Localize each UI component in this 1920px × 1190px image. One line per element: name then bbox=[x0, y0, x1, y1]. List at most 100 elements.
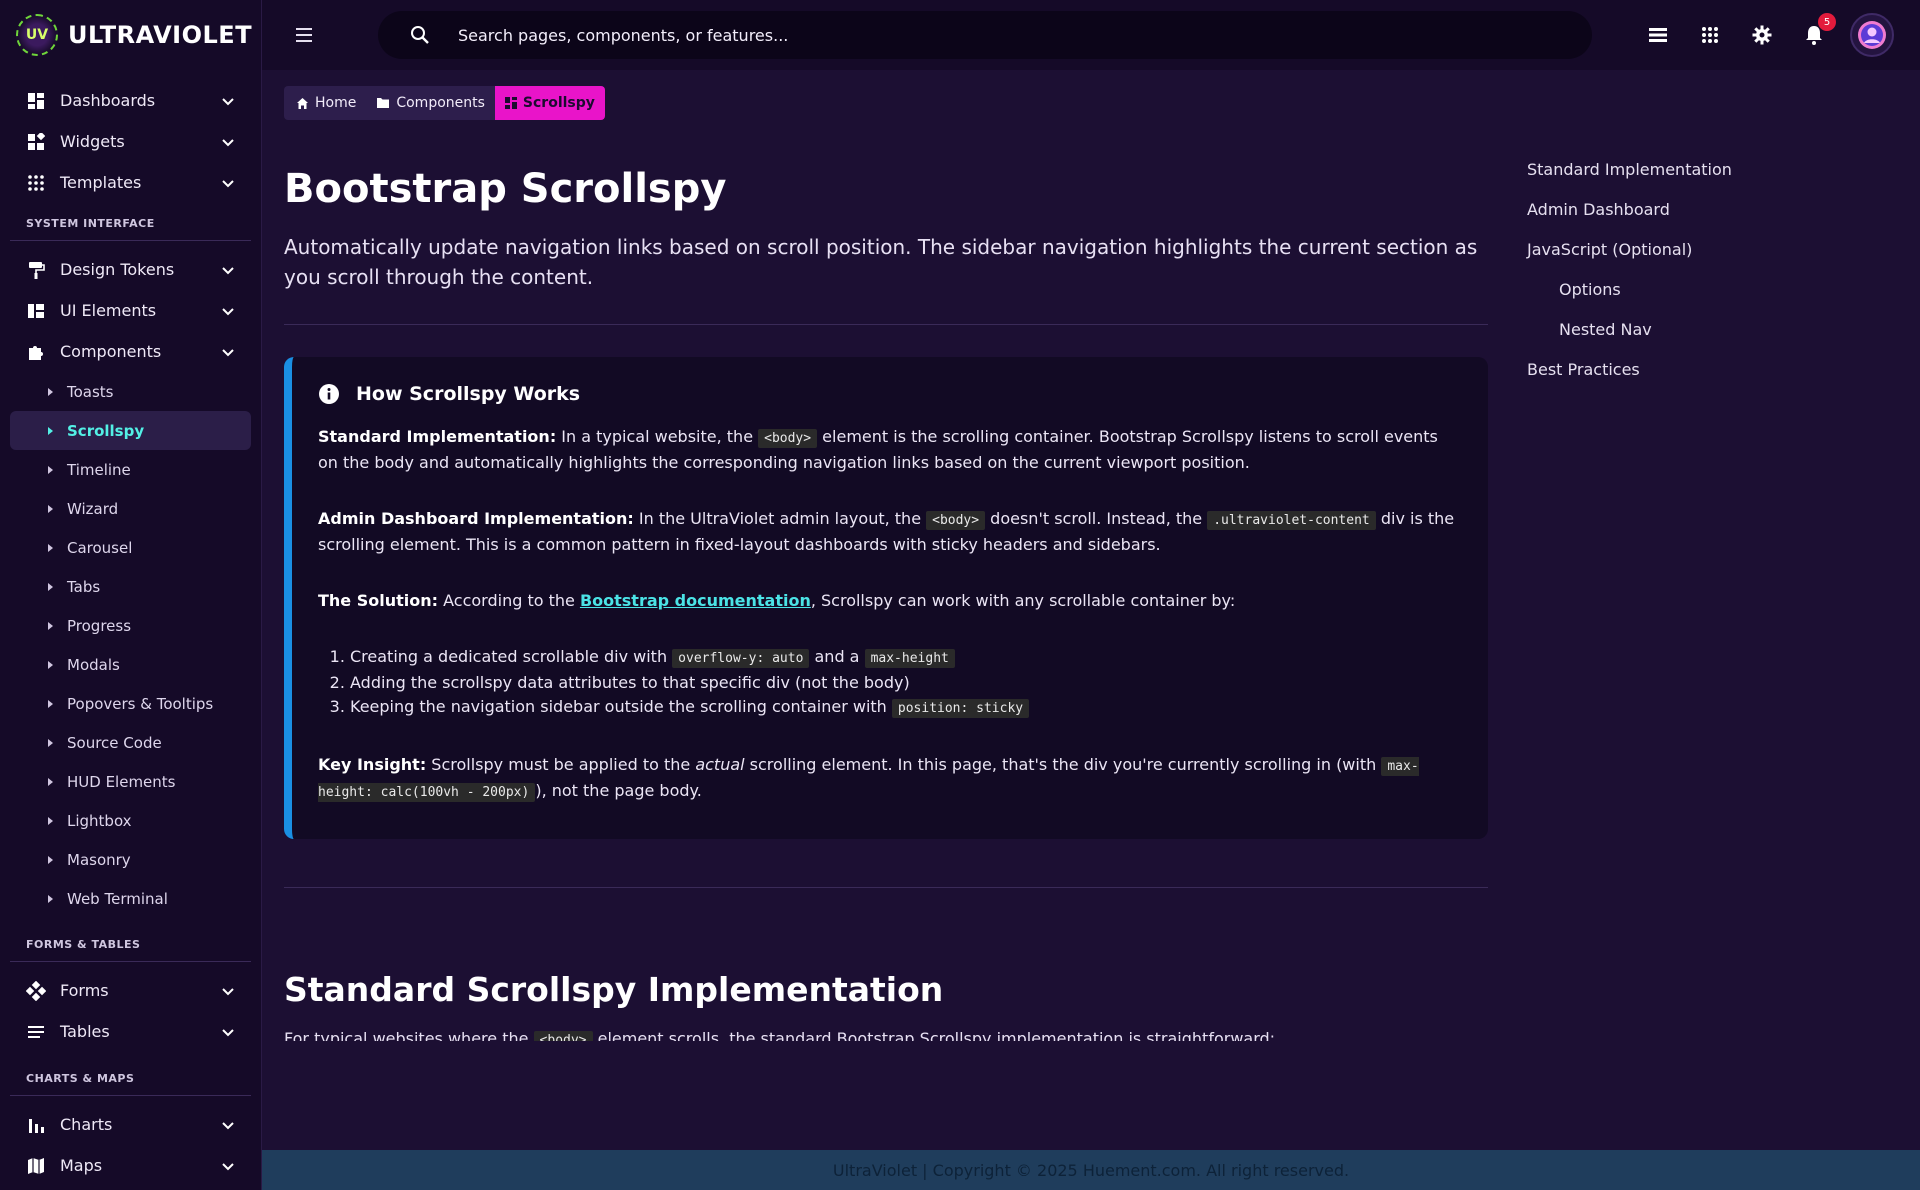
list-item-text: Adding the scrollspy data attributes to … bbox=[350, 673, 910, 692]
map-icon bbox=[26, 1156, 46, 1176]
sidebar-subitem-label: Modals bbox=[67, 655, 120, 674]
avatar[interactable] bbox=[1850, 13, 1894, 57]
sidebar-subitem-label: Progress bbox=[67, 616, 132, 635]
brand[interactable]: UV ULTRAVIOLET bbox=[0, 0, 261, 70]
puzzle-icon bbox=[26, 342, 46, 362]
chevron-down-icon bbox=[222, 348, 234, 356]
caret-right-icon bbox=[48, 855, 53, 864]
bell-icon[interactable]: 5 bbox=[1802, 13, 1836, 47]
caret-right-icon bbox=[48, 738, 53, 747]
callout-text: ), not the page body. bbox=[535, 781, 702, 800]
search-bar[interactable] bbox=[378, 11, 1592, 59]
inline-code: <body> bbox=[926, 511, 986, 530]
footer-text: UltraViolet | Copyright © 2025 Huement.c… bbox=[832, 1160, 1350, 1180]
toc-link-nested-nav[interactable]: Nested Nav bbox=[1527, 318, 1827, 358]
sidebar-subitem-lightbox[interactable]: Lightbox bbox=[10, 801, 251, 840]
breadcrumb-current: Scrollspy bbox=[494, 86, 605, 120]
sidebar-item-label: Forms bbox=[60, 981, 109, 1000]
page-lead: Automatically update navigation links ba… bbox=[284, 235, 1478, 289]
chevron-down-icon bbox=[222, 1121, 234, 1129]
sidebar-item-tables[interactable]: Tables bbox=[10, 1011, 251, 1052]
section-title-system: SYSTEM INTERFACE bbox=[10, 203, 251, 241]
sidebar-subitem-carousel[interactable]: Carousel bbox=[10, 528, 251, 567]
toc-link-options[interactable]: Options bbox=[1527, 278, 1827, 318]
section-lead: For typical websites where the <body> el… bbox=[284, 1027, 1488, 1041]
brand-name: ULTRAVIOLET bbox=[68, 21, 253, 49]
sidebar-item-templates[interactable]: Templates bbox=[10, 162, 251, 203]
chevron-down-icon bbox=[222, 266, 234, 274]
list-item: Keeping the navigation sidebar outside t… bbox=[350, 695, 1458, 721]
search-input[interactable] bbox=[458, 25, 1358, 45]
folder-icon bbox=[377, 98, 390, 108]
sidebar-subitem-popovers-tooltips[interactable]: Popovers & Tooltips bbox=[10, 684, 251, 723]
sidebar-subitem-masonry[interactable]: Masonry bbox=[10, 840, 251, 879]
sidebar-subitem-label: HUD Elements bbox=[67, 772, 176, 791]
bootstrap-docs-link[interactable]: Bootstrap documentation bbox=[580, 591, 811, 610]
breadcrumb-components[interactable]: Components bbox=[366, 86, 495, 120]
list-item: Adding the scrollspy data attributes to … bbox=[350, 671, 1458, 695]
breadcrumb: Home Components Scrollspy bbox=[284, 86, 1488, 120]
callout-paragraph-solution: The Solution: According to the Bootstrap… bbox=[318, 589, 1458, 613]
home-icon bbox=[297, 97, 308, 109]
menu-toggle-icon[interactable] bbox=[296, 28, 320, 42]
sidebar-subitem-label: Scrollspy bbox=[67, 421, 145, 440]
sidebar-item-maps[interactable]: Maps bbox=[10, 1145, 251, 1186]
toc-link-admin-dashboard[interactable]: Admin Dashboard bbox=[1527, 198, 1827, 238]
sidebar-item-charts[interactable]: Charts bbox=[10, 1104, 251, 1145]
sidebar-subitem-hud-elements[interactable]: HUD Elements bbox=[10, 762, 251, 801]
sidebar-item-ui-elements[interactable]: UI Elements bbox=[10, 290, 251, 331]
inline-code: <body> bbox=[533, 1031, 593, 1041]
sidebar-subitem-label: Web Terminal bbox=[67, 889, 168, 908]
apps-grid-icon[interactable] bbox=[1698, 23, 1722, 47]
sidebar-item-label: Design Tokens bbox=[60, 260, 175, 279]
sidebar-item-widgets[interactable]: Widgets bbox=[10, 121, 251, 162]
breadcrumb-label: Scrollspy bbox=[522, 95, 595, 111]
sidebar-subitem-modals[interactable]: Modals bbox=[10, 645, 251, 684]
caret-right-icon bbox=[48, 699, 53, 708]
sidebar-subitem-tabs[interactable]: Tabs bbox=[10, 567, 251, 606]
caret-right-icon bbox=[48, 504, 53, 513]
sidebar-item-design-tokens[interactable]: Design Tokens bbox=[10, 249, 251, 290]
callout-paragraph-admin: Admin Dashboard Implementation: In the U… bbox=[318, 507, 1458, 557]
sidebar-item-dashboards[interactable]: Dashboards bbox=[10, 80, 251, 121]
sidebar-subitem-source-code[interactable]: Source Code bbox=[10, 723, 251, 762]
paint-roller-icon bbox=[26, 260, 46, 280]
solution-steps-list: Creating a dedicated scrollable div with… bbox=[350, 645, 1458, 721]
toc-link-standard-implementation[interactable]: Standard Implementation bbox=[1527, 158, 1827, 198]
sidebar-subitem-toasts[interactable]: Toasts bbox=[10, 372, 251, 411]
callout-label: Standard Implementation: bbox=[318, 427, 557, 446]
breadcrumb-home[interactable]: Home bbox=[284, 86, 367, 120]
gear-icon[interactable] bbox=[1750, 23, 1774, 47]
caret-right-icon bbox=[48, 660, 53, 669]
toc-link-javascript[interactable]: JavaScript (Optional) bbox=[1527, 238, 1827, 278]
info-icon bbox=[319, 384, 339, 404]
stack-icon[interactable] bbox=[1646, 23, 1670, 47]
caret-right-icon bbox=[48, 582, 53, 591]
sidebar-subitem-progress[interactable]: Progress bbox=[10, 606, 251, 645]
sidebar-subitem-scrollspy[interactable]: Scrollspy bbox=[10, 411, 251, 450]
callout-text: According to the bbox=[438, 591, 580, 610]
callout-header: How Scrollspy Works bbox=[318, 383, 1458, 405]
breadcrumb-label: Home bbox=[315, 95, 357, 111]
caret-right-icon bbox=[48, 894, 53, 903]
callout-text: scrolling element. In this page, that's … bbox=[744, 755, 1382, 774]
sidebar-item-label: Maps bbox=[60, 1156, 103, 1175]
sidebar-subitem-wizard[interactable]: Wizard bbox=[10, 489, 251, 528]
toc-link-best-practices[interactable]: Best Practices bbox=[1527, 358, 1827, 398]
caret-right-icon bbox=[48, 543, 53, 552]
ui-elements-icon bbox=[26, 301, 46, 321]
sidebar-subitem-timeline[interactable]: Timeline bbox=[10, 450, 251, 489]
page-title: Bootstrap Scrollspy bbox=[284, 166, 727, 212]
section-lead-text: For typical websites where the bbox=[284, 1029, 534, 1041]
callout-paragraph-standard: Standard Implementation: In a typical we… bbox=[318, 425, 1458, 475]
sidebar-subitem-label: Source Code bbox=[67, 733, 162, 752]
brand-logo-text: UV bbox=[25, 27, 49, 43]
callout-title: How Scrollspy Works bbox=[356, 383, 581, 405]
sidebar-item-forms[interactable]: Forms bbox=[10, 970, 251, 1011]
divider bbox=[284, 887, 1488, 888]
sidebar-subitem-web-terminal[interactable]: Web Terminal bbox=[10, 879, 251, 918]
sidebar-subitem-label: Timeline bbox=[67, 460, 131, 479]
dashboard-icon bbox=[26, 91, 46, 111]
sidebar-item-components[interactable]: Components bbox=[10, 331, 251, 372]
widgets-icon bbox=[26, 132, 46, 152]
